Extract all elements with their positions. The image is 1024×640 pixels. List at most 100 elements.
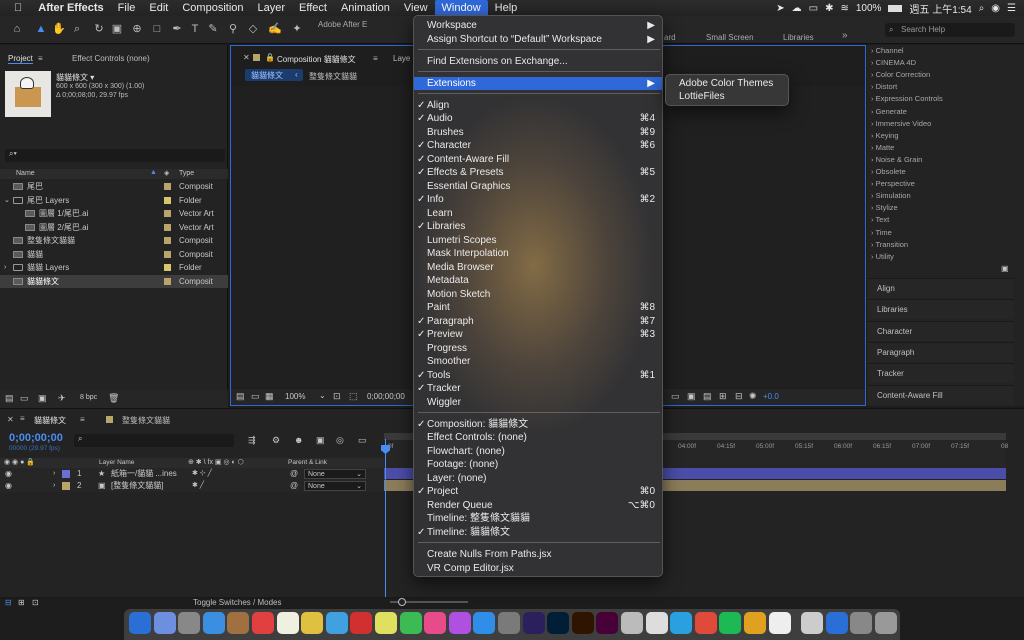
effect-category[interactable]: › Obsolete xyxy=(871,167,906,176)
zoom-tool-icon[interactable]: ⌕ xyxy=(70,22,84,36)
panel-paragraph[interactable]: Paragraph xyxy=(868,341,1014,362)
disclosure-icon[interactable]: › xyxy=(53,480,55,492)
menu-item-project[interactable]: ✓ Project ⌘0 xyxy=(414,485,662,498)
menu-file[interactable]: File xyxy=(111,0,143,16)
project-item[interactable]: 貓貓 Composit xyxy=(0,248,228,261)
panel-align[interactable]: Align xyxy=(868,278,1014,298)
parent-select[interactable]: None ⌄ xyxy=(304,469,366,479)
draft-3d-icon[interactable]: ⚙ xyxy=(272,435,280,446)
interpret-footage-icon[interactable]: ▤ xyxy=(5,393,14,404)
pen-tool-icon[interactable]: ✒ xyxy=(170,22,184,36)
selection-tool-icon[interactable]: ▲ xyxy=(34,22,48,36)
mask-icon[interactable]: ⊟ xyxy=(735,391,743,402)
effect-category[interactable]: › Distort xyxy=(871,82,897,91)
zoom-select[interactable]: 100% xyxy=(285,392,305,401)
effect-category[interactable]: › Matte xyxy=(871,143,894,152)
project-item[interactable]: 整隻條文貓貓 Composit xyxy=(0,234,228,247)
workspace-overflow-icon[interactable]: » xyxy=(842,30,848,41)
effect-category[interactable]: › Channel xyxy=(871,46,904,55)
menu-item-tools[interactable]: ✓ Tools ⌘1 xyxy=(414,369,662,382)
menu-item-layer-none[interactable]: Layer: (none) xyxy=(414,472,662,485)
dock-app-icon[interactable] xyxy=(424,612,447,634)
flowchart-small-icon[interactable]: ⊞ xyxy=(719,391,727,402)
type-tool-icon[interactable]: T xyxy=(188,22,202,36)
label-swatch[interactable] xyxy=(164,250,171,258)
menu-composition[interactable]: Composition xyxy=(175,0,250,16)
dock-app-icon[interactable] xyxy=(375,612,397,634)
dock-app-icon[interactable] xyxy=(744,612,766,634)
menu-view[interactable]: View xyxy=(397,0,435,16)
disclosure-icon[interactable]: › xyxy=(4,261,6,274)
new-folder-icon[interactable]: ▭ xyxy=(20,393,29,404)
menu-item-smoother[interactable]: Smoother xyxy=(414,355,662,368)
effect-category[interactable]: › Noise & Grain xyxy=(871,155,922,164)
battery-label[interactable]: 100% xyxy=(856,3,882,14)
timeline-menu-icon[interactable]: ≡ xyxy=(20,414,25,423)
dock-app-icon[interactable] xyxy=(276,612,299,634)
menu-item-media-browser[interactable]: Media Browser xyxy=(414,261,662,274)
dock-app-icon[interactable] xyxy=(801,612,824,634)
comp-lock-icon[interactable]: 🔒 xyxy=(265,53,275,62)
menu-effect[interactable]: Effect xyxy=(292,0,334,16)
label-swatch[interactable] xyxy=(164,237,171,244)
label-swatch[interactable] xyxy=(164,196,171,204)
dock-app-icon[interactable] xyxy=(227,612,250,634)
menu-layer[interactable]: Layer xyxy=(251,0,293,16)
camera-tool-icon[interactable]: ▣ xyxy=(110,22,124,36)
dock-app-icon[interactable] xyxy=(645,612,668,634)
dock-app-icon[interactable] xyxy=(301,612,324,634)
home-icon[interactable]: ⌂ xyxy=(10,22,24,36)
dock-app-icon[interactable] xyxy=(448,612,471,634)
dock-app-icon[interactable] xyxy=(350,612,373,634)
dock-app-icon[interactable] xyxy=(547,612,570,634)
panel-tracker[interactable]: Tracker xyxy=(868,363,1014,384)
effect-category[interactable]: › Simulation xyxy=(871,191,911,200)
dock-app-icon[interactable] xyxy=(399,612,422,634)
layer-name[interactable]: [整隻條文貓貓] xyxy=(111,480,163,492)
menu-item-adobe-color-themes[interactable]: Adobe Color Themes xyxy=(666,77,788,90)
menu-item-lumetri-scopes[interactable]: Lumetri Scopes xyxy=(414,234,662,247)
project-item[interactable]: 尾巴 Composit xyxy=(0,180,228,193)
graph-editor-icon[interactable]: ▭ xyxy=(358,435,367,446)
eraser-tool-icon[interactable]: ◇ xyxy=(246,22,260,36)
menu-item-brushes[interactable]: Brushes ⌘9 xyxy=(414,126,662,139)
layer-label-swatch[interactable] xyxy=(62,470,70,478)
clock[interactable]: 週五 上午1:54 xyxy=(909,1,971,16)
panel-libraries[interactable]: Libraries xyxy=(868,299,1014,320)
wifi-icon[interactable]: ≋ xyxy=(840,3,848,14)
dock-app-icon[interactable] xyxy=(129,612,151,634)
tab-project[interactable]: Project xyxy=(8,54,33,64)
label-swatch[interactable] xyxy=(164,223,171,231)
menu-item-flowchart-none[interactable]: Flowchart: (none) xyxy=(414,445,662,458)
project-item[interactable]: 圖層 1/尾巴.ai Vector Art xyxy=(0,207,228,220)
sort-icon[interactable]: ▲ xyxy=(150,169,157,176)
menu-help[interactable]: Help xyxy=(488,0,525,16)
menu-item-paint[interactable]: Paint ⌘8 xyxy=(414,301,662,314)
workspace-small-screen[interactable]: Small Screen xyxy=(706,33,754,42)
dock-app-icon[interactable] xyxy=(252,612,274,634)
menu-item-create-nulls-from-paths-jsx[interactable]: Create Nulls From Paths.jsx xyxy=(414,548,662,561)
effect-category[interactable]: › Immersive Video xyxy=(871,119,931,128)
pickwhip-icon[interactable]: @ xyxy=(290,480,298,492)
clone-stamp-icon[interactable]: ⚲ xyxy=(226,22,240,36)
menu-window[interactable]: Window xyxy=(434,0,488,16)
menu-item-essential-graphics[interactable]: Essential Graphics xyxy=(414,180,662,193)
timeline-search-input[interactable]: ⌕ xyxy=(74,434,234,447)
layer-row[interactable]: ◉ › 2 ▣ [整隻條文貓貓] ✱ ╱ @ None ⌄ xyxy=(0,480,384,492)
label-swatch[interactable] xyxy=(164,277,171,285)
menu-item-preview[interactable]: ✓ Preview ⌘3 xyxy=(414,328,662,341)
workspace-libraries[interactable]: Libraries xyxy=(783,33,814,42)
comp-flow-icon[interactable]: ⊟ xyxy=(5,598,12,607)
exposure-icon[interactable]: ✺ xyxy=(749,391,757,402)
menu-item-mask-interpolation[interactable]: Mask Interpolation xyxy=(414,247,662,260)
pan-behind-tool-icon[interactable]: ⊕ xyxy=(130,22,144,36)
close-icon[interactable]: ✕ xyxy=(243,53,250,62)
menu-item-tracker[interactable]: ✓ Tracker xyxy=(414,382,662,395)
menu-item-audio[interactable]: ✓ Audio ⌘4 xyxy=(414,112,662,125)
dock-app-icon[interactable] xyxy=(325,612,348,634)
menu-item-workspace[interactable]: Workspace ▶ xyxy=(414,19,662,32)
trash-icon[interactable]: 🗑 xyxy=(108,393,119,404)
label-swatch[interactable] xyxy=(164,210,171,217)
col-layer-name[interactable]: Layer Name xyxy=(99,459,134,466)
col-type[interactable]: Type xyxy=(179,170,194,177)
